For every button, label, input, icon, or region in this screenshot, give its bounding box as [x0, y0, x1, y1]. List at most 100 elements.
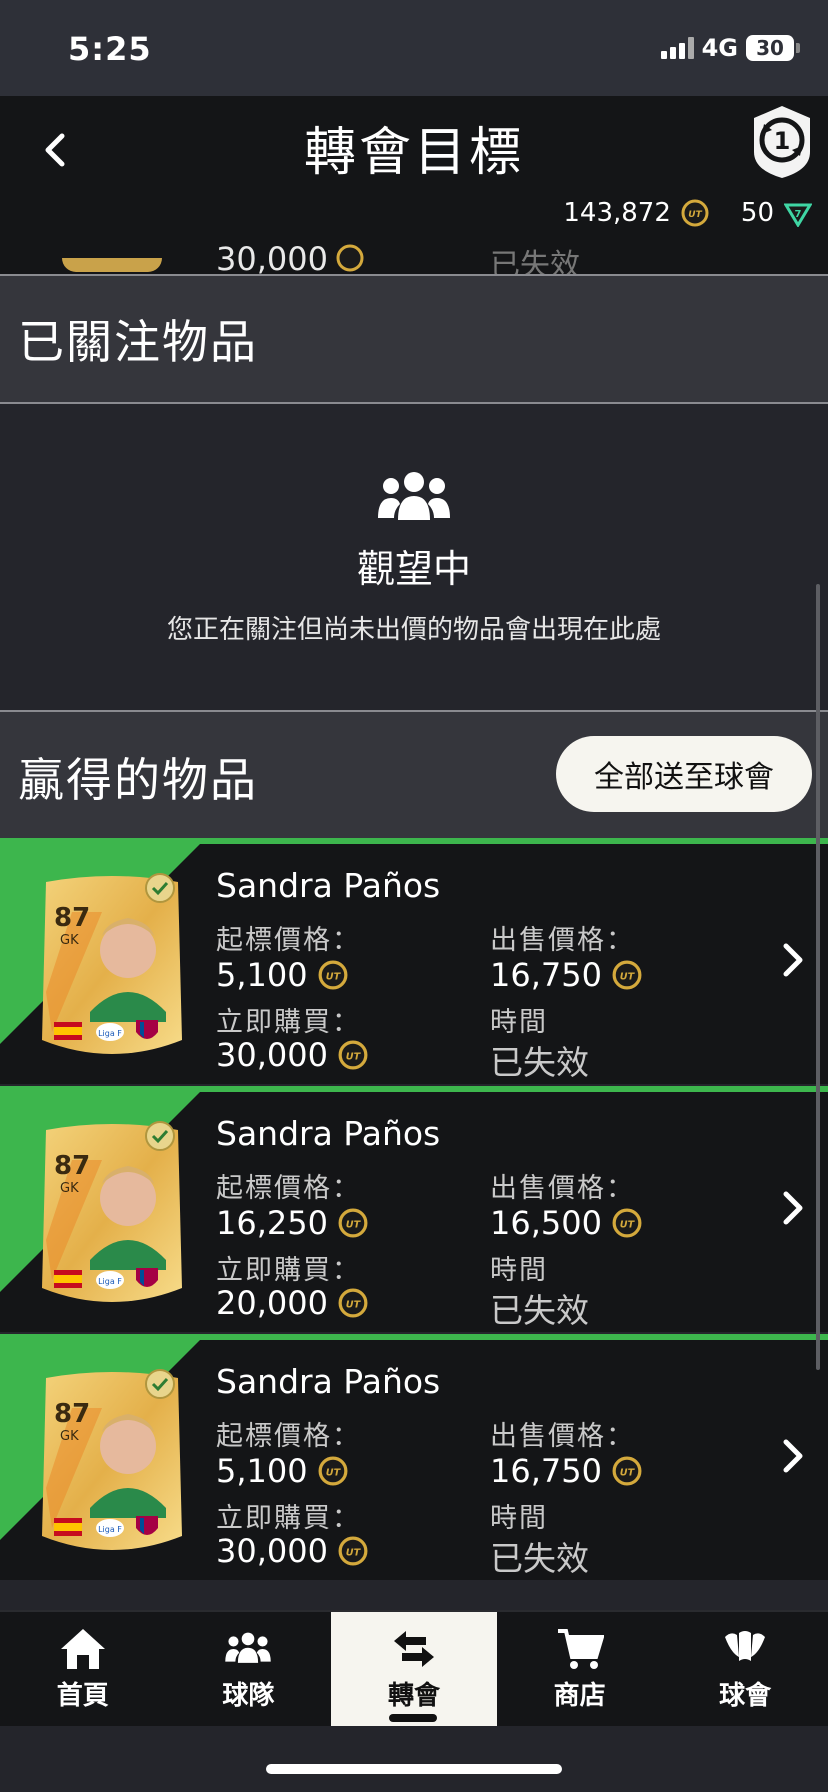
time-label: 時間 — [490, 1255, 548, 1286]
buy-now-value: 30,000 UT — [216, 1532, 368, 1570]
buy-now-label: 立即購買： — [216, 1007, 361, 1038]
time-label: 時間 — [490, 1503, 548, 1534]
svg-text:Liga F: Liga F — [98, 1277, 122, 1286]
player-card-icon: 87 GK Liga F — [42, 1369, 182, 1550]
squad-icon — [225, 1632, 272, 1663]
home-indicator[interactable] — [266, 1764, 562, 1774]
sold-price-label: 出售價格： — [490, 1173, 635, 1204]
expired-status: 已失效 — [490, 1291, 589, 1330]
svg-text:87: 87 — [54, 1399, 90, 1429]
tab-label: 球隊 — [222, 1680, 275, 1711]
coin-icon: UT — [338, 1288, 368, 1318]
svg-text:UT: UT — [346, 1547, 362, 1558]
tab-label: 商店 — [553, 1680, 606, 1711]
buy-now-value: 20,000 UT — [216, 1284, 368, 1322]
sold-price-label: 出售價格： — [490, 1421, 635, 1452]
start-price-label: 起標價格： — [216, 925, 361, 956]
svg-text:Liga F: Liga F — [98, 1029, 122, 1038]
tab-home[interactable]: 首頁 — [0, 1612, 166, 1726]
empty-text: 您正在關注但尚未出價的物品會出現在此處 — [166, 615, 661, 645]
expired-status: 已失效 — [490, 1539, 589, 1578]
start-price-value: 16,250 UT — [216, 1204, 368, 1242]
sold-price-value: 16,500 UT — [490, 1204, 642, 1242]
tab-label: 首頁 — [56, 1680, 109, 1711]
won-item-card[interactable]: 87 GK Liga F Sandra Paños 起標價格： 5,100 UT … — [0, 838, 828, 1084]
tab-label: 轉會 — [387, 1680, 440, 1711]
start-price-label: 起標價格： — [216, 1421, 361, 1452]
coin-icon: UT — [318, 960, 348, 990]
buy-now-value: 30,000 UT — [216, 1036, 368, 1074]
fc-points-icon: 7 — [784, 203, 812, 227]
sold-price-label: 出售價格： — [490, 925, 635, 956]
network-label: 4G — [701, 34, 738, 62]
sold-price-value: 16,750 UT — [490, 1452, 642, 1490]
group-icon — [378, 472, 450, 520]
sold-price-value: 16,750 UT — [490, 956, 642, 994]
empty-title: 觀望中 — [356, 547, 471, 591]
tab-club[interactable]: 球會 — [662, 1612, 828, 1726]
watched-title: 已關注物品 — [18, 315, 258, 369]
battery-icon: 30 — [746, 35, 800, 61]
previous-item-partial: 30,000 已失效 — [0, 224, 828, 274]
send-all-to-club-button[interactable]: 全部送至球會 — [556, 736, 812, 812]
chevron-right-icon[interactable] — [780, 940, 806, 980]
home-icon — [60, 1628, 105, 1669]
svg-text:UT: UT — [346, 1219, 362, 1230]
header: 轉會目標 1 143,872 UT 50 7 30,000 已失效 — [0, 96, 828, 274]
svg-text:UT: UT — [346, 1051, 362, 1062]
won-item-card[interactable]: 87 GK Liga F Sandra Paños 起標價格： 16,250 UT… — [0, 1086, 828, 1332]
won-item-card[interactable]: 87 GK Liga F Sandra Paños 起標價格： 5,100 UT … — [0, 1334, 828, 1580]
tab-store[interactable]: 商店 — [497, 1612, 663, 1726]
player-name: Sandra Paños — [216, 866, 441, 905]
coin-icon: UT — [612, 960, 642, 990]
coin-icon: UT — [338, 1536, 368, 1566]
signal-icon — [660, 37, 694, 59]
svg-text:Liga F: Liga F — [98, 1525, 122, 1534]
expired-status: 已失效 — [490, 1043, 589, 1082]
won-section-header: 贏得的物品 全部送至球會 — [0, 710, 828, 840]
coin-icon — [336, 244, 364, 272]
svg-text:87: 87 — [54, 1151, 90, 1181]
svg-text:GK: GK — [60, 933, 79, 948]
watched-section-header: 已關注物品 — [0, 274, 828, 404]
prev-buy-now-value: 30,000 — [216, 240, 328, 274]
status-time: 5:25 — [68, 30, 152, 68]
prev-status: 已失效 — [490, 248, 580, 274]
time-label: 時間 — [490, 1007, 548, 1038]
svg-text:UT: UT — [620, 1219, 636, 1230]
start-price-label: 起標價格： — [216, 1173, 361, 1204]
scrollbar[interactable] — [816, 584, 820, 1370]
coin-icon: UT — [338, 1040, 368, 1070]
coin-icon: UT — [318, 1456, 348, 1486]
coin-icon: UT — [338, 1208, 368, 1238]
svg-text:UT: UT — [620, 1467, 636, 1478]
svg-text:UT: UT — [688, 210, 702, 220]
tab-transfers[interactable]: 轉會 — [331, 1612, 497, 1726]
svg-text:UT: UT — [325, 1467, 341, 1478]
svg-text:UT: UT — [620, 971, 636, 982]
card-rating: 87 — [54, 903, 90, 933]
bottom-tab-bar: 首頁 球隊 轉會 商店 球會 — [0, 1610, 828, 1726]
tab-label: 球會 — [719, 1680, 772, 1711]
cart-icon — [557, 1628, 604, 1669]
tab-squad[interactable]: 球隊 — [166, 1612, 332, 1726]
watched-empty-state: 觀望中 您正在關注但尚未出價的物品會出現在此處 — [0, 404, 828, 710]
status-bar: 5:25 4G 30 — [0, 0, 828, 96]
page-title: 轉會目標 — [303, 123, 524, 183]
svg-text:GK: GK — [60, 1181, 79, 1196]
coin-icon: UT — [612, 1208, 642, 1238]
chevron-right-icon[interactable] — [780, 1188, 806, 1228]
won-title: 贏得的物品 — [18, 753, 258, 807]
svg-text:UT: UT — [346, 1299, 362, 1310]
buy-now-label: 立即購買： — [216, 1503, 361, 1534]
player-name: Sandra Paños — [216, 1114, 441, 1153]
svg-text:GK: GK — [60, 1429, 79, 1444]
svg-text:1: 1 — [774, 127, 791, 155]
svg-text:UT: UT — [325, 971, 341, 982]
coin-icon: UT — [612, 1456, 642, 1486]
objectives-badge-icon[interactable]: 1 — [750, 104, 814, 180]
player-name: Sandra Paños — [216, 1362, 441, 1401]
chevron-right-icon[interactable] — [780, 1436, 806, 1476]
club-icon — [725, 1630, 766, 1661]
svg-text:7: 7 — [795, 209, 802, 220]
